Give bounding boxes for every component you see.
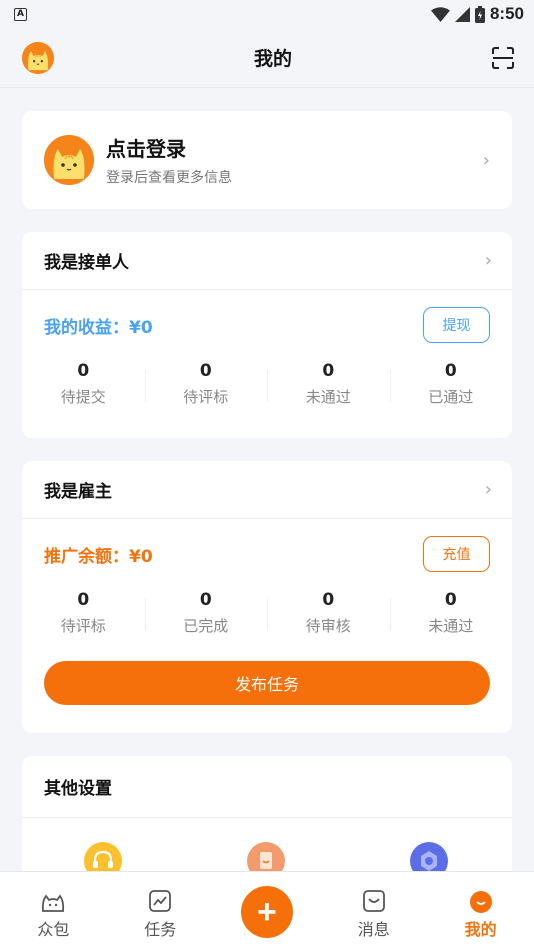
- tab-label: 消息: [357, 920, 390, 939]
- tab-tasks[interactable]: 任务: [107, 872, 214, 940]
- chevron-right-icon: ›: [484, 479, 492, 500]
- stat-pending-review[interactable]: 0 待评标: [144, 360, 268, 412]
- profile-icon: [469, 891, 492, 913]
- worker-card: 我是接单人 › 我的收益：¥0 提现 0 待提交 0 待评标 0 未通过 0 已…: [22, 232, 512, 438]
- employer-card: 我是雇主 › 推广余额：¥0 充值 0 待评标 0 已完成 0 待审核 0 未通…: [22, 461, 512, 733]
- stat-label: 待审核: [305, 617, 351, 635]
- stat-value: 0: [322, 590, 335, 610]
- stat-value: 0: [444, 590, 457, 610]
- cat-icon: [22, 41, 54, 74]
- cat-icon: [44, 135, 94, 185]
- stat-pending-submit[interactable]: 0 待提交: [22, 360, 145, 412]
- page-title: 我的: [253, 48, 292, 70]
- worker-stats: 0 待提交 0 待评标 0 未通过 0 已通过: [22, 360, 512, 412]
- tab-add[interactable]: +: [214, 872, 321, 938]
- tab-crowdsource[interactable]: 众包: [0, 872, 107, 940]
- stat-value: 0: [77, 590, 90, 610]
- stat-pending-audit[interactable]: 0 待审核: [267, 589, 390, 641]
- stat-value: 0: [322, 361, 335, 381]
- tab-label: 众包: [37, 920, 70, 939]
- stat-label: 已完成: [183, 617, 229, 635]
- status-icons: 8:50: [430, 4, 524, 24]
- withdraw-button[interactable]: 提现: [423, 307, 490, 343]
- stat-label: 待评标: [60, 617, 106, 635]
- stat-completed[interactable]: 0 已完成: [144, 589, 268, 641]
- stat-label: 未通过: [305, 388, 351, 406]
- stat-value: 0: [199, 590, 212, 610]
- stat-value: 0: [444, 361, 457, 381]
- wifi-icon: [430, 6, 450, 22]
- stat-label: 待提交: [60, 388, 106, 406]
- top-bar: 我的: [0, 28, 534, 88]
- user-avatar: [44, 135, 94, 185]
- bottom-tab-bar: 众包 任务 + 消息 我的: [0, 871, 534, 950]
- plus-icon: +: [240, 886, 293, 938]
- employer-stats: 0 待评标 0 已完成 0 待审核 0 未通过: [22, 589, 512, 641]
- stat-label: 待评标: [183, 388, 229, 406]
- battery-icon: [474, 5, 485, 23]
- promo-balance-label: 推广余额：¥0: [44, 546, 153, 567]
- crowdsource-icon: [42, 894, 65, 912]
- status-bar: A 8:50: [0, 0, 534, 28]
- stat-value: 0: [199, 361, 212, 381]
- recharge-button[interactable]: 充值: [423, 536, 490, 572]
- employer-title: 我是雇主: [44, 482, 112, 502]
- employer-header[interactable]: 我是雇主 ›: [22, 461, 512, 519]
- chevron-right-icon: ›: [482, 149, 490, 171]
- chevron-right-icon: ›: [484, 250, 492, 271]
- settings-title: 其他设置: [44, 779, 112, 799]
- clock: 8:50: [489, 4, 524, 23]
- worker-title: 我是接单人: [44, 253, 129, 273]
- stat-rejected[interactable]: 0 未通过: [267, 360, 390, 412]
- login-title: 点击登录: [106, 137, 186, 161]
- tab-label: 我的: [464, 920, 497, 939]
- scan-icon[interactable]: [491, 46, 514, 69]
- tab-label: 任务: [144, 920, 177, 939]
- chart-icon: [149, 890, 172, 912]
- login-card[interactable]: 点击登录 登录后查看更多信息 ›: [22, 111, 512, 209]
- publish-task-button[interactable]: 发布任务: [44, 661, 490, 705]
- avatar[interactable]: [22, 41, 54, 74]
- worker-header[interactable]: 我是接单人 ›: [22, 232, 512, 290]
- signal-icon: [454, 6, 470, 22]
- stat-approved[interactable]: 0 已通过: [389, 360, 513, 412]
- stat-rejected[interactable]: 0 未通过: [389, 589, 513, 641]
- stat-value: 0: [77, 361, 90, 381]
- stat-label: 未通过: [428, 617, 474, 635]
- stat-pending-review[interactable]: 0 待评标: [22, 589, 145, 641]
- message-icon: [362, 890, 385, 912]
- login-subtitle: 登录后查看更多信息: [106, 170, 232, 186]
- stat-label: 已通过: [428, 388, 474, 406]
- notification-icon: A: [14, 7, 27, 21]
- tab-profile[interactable]: 我的: [427, 872, 534, 940]
- tab-messages[interactable]: 消息: [320, 872, 427, 940]
- earnings-label: 我的收益：¥0: [44, 317, 153, 338]
